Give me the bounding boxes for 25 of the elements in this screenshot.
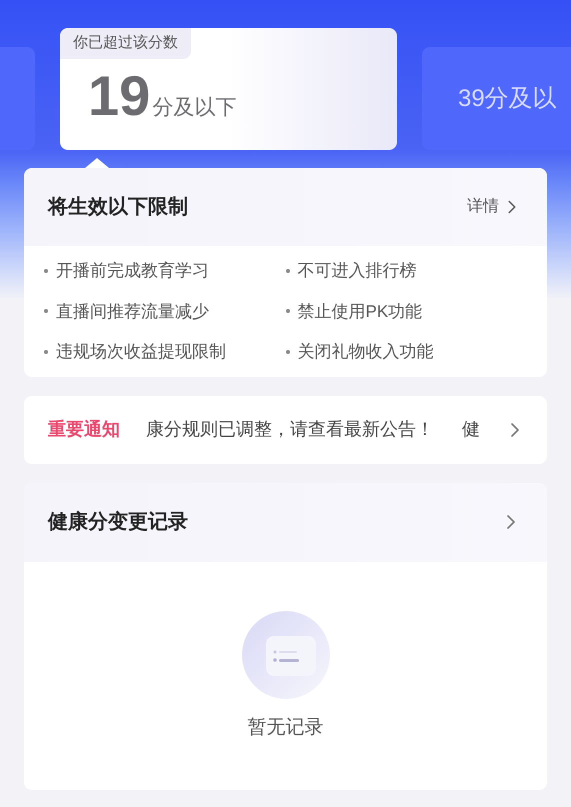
score-unit: 分及以下 bbox=[152, 94, 236, 120]
notice-tag: 重要通知 bbox=[48, 416, 120, 443]
notice-text: 健 bbox=[462, 418, 480, 441]
notice-bar[interactable]: 重要通知 康分规则已调整，请查看最新公告！ 健 bbox=[24, 396, 547, 464]
bullet-icon bbox=[44, 268, 48, 273]
score-badge: 你已超过该分数 bbox=[60, 28, 191, 58]
details-link[interactable]: 详情 bbox=[467, 195, 523, 219]
restriction-text: 关闭礼物收入功能 bbox=[298, 341, 434, 363]
restriction-text: 不可进入排行榜 bbox=[298, 260, 416, 282]
bullet-icon bbox=[286, 268, 290, 273]
section-title: 健康分变更记录 bbox=[48, 510, 188, 535]
bullet-icon bbox=[44, 350, 48, 354]
bullet-icon bbox=[286, 350, 290, 354]
bullet-icon bbox=[44, 309, 48, 314]
bullet-icon bbox=[286, 309, 290, 314]
restriction-text: 禁止使用PK功能 bbox=[298, 300, 422, 322]
notice-text: 康分规则已调整，请查看最新公告！ bbox=[146, 418, 434, 441]
section-title: 将生效以下限制 bbox=[48, 195, 188, 220]
score-card[interactable]: 你已超过该分数 19分及以下 bbox=[60, 28, 397, 150]
restriction-text: 开播前完成教育学习 bbox=[56, 260, 209, 282]
restriction-text: 违规场次收益提现限制 bbox=[56, 341, 226, 363]
empty-list-icon bbox=[240, 610, 330, 700]
empty-text: 暂无记录 bbox=[248, 716, 324, 740]
restriction-text: 直播间推荐流量减少 bbox=[56, 300, 209, 322]
score-value: 19 bbox=[88, 68, 150, 124]
